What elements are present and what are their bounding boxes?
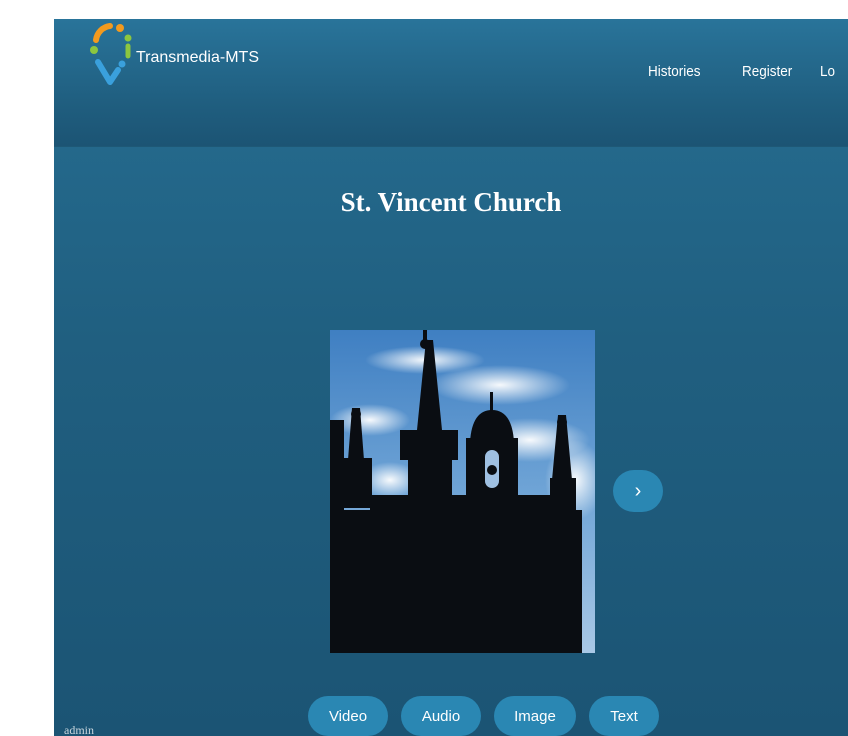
audio-button[interactable]: Audio	[401, 696, 481, 736]
nav-login-link[interactable]: Lo	[820, 63, 835, 80]
carousel-next-button[interactable]: ›	[613, 470, 663, 512]
brand-name: Transmedia-MTS	[136, 49, 259, 66]
navbar: Transmedia-MTS Histories Register Lo	[54, 19, 848, 146]
text-button[interactable]: Text	[589, 696, 659, 736]
footer-username: admin	[64, 723, 94, 736]
nav-register-link[interactable]: Register	[742, 63, 792, 80]
page-title: St. Vincent Church	[340, 187, 562, 217]
nav-histories-link[interactable]: Histories	[648, 63, 701, 80]
app-viewport: Transmedia-MTS Histories Register Lo St.…	[54, 19, 848, 736]
brand-link[interactable]: Transmedia-MTS	[88, 23, 259, 85]
church-silhouette-image	[330, 330, 595, 653]
video-button[interactable]: Video	[308, 696, 388, 736]
map-pin-logo-icon	[90, 23, 132, 85]
image-button[interactable]: Image	[494, 696, 576, 736]
